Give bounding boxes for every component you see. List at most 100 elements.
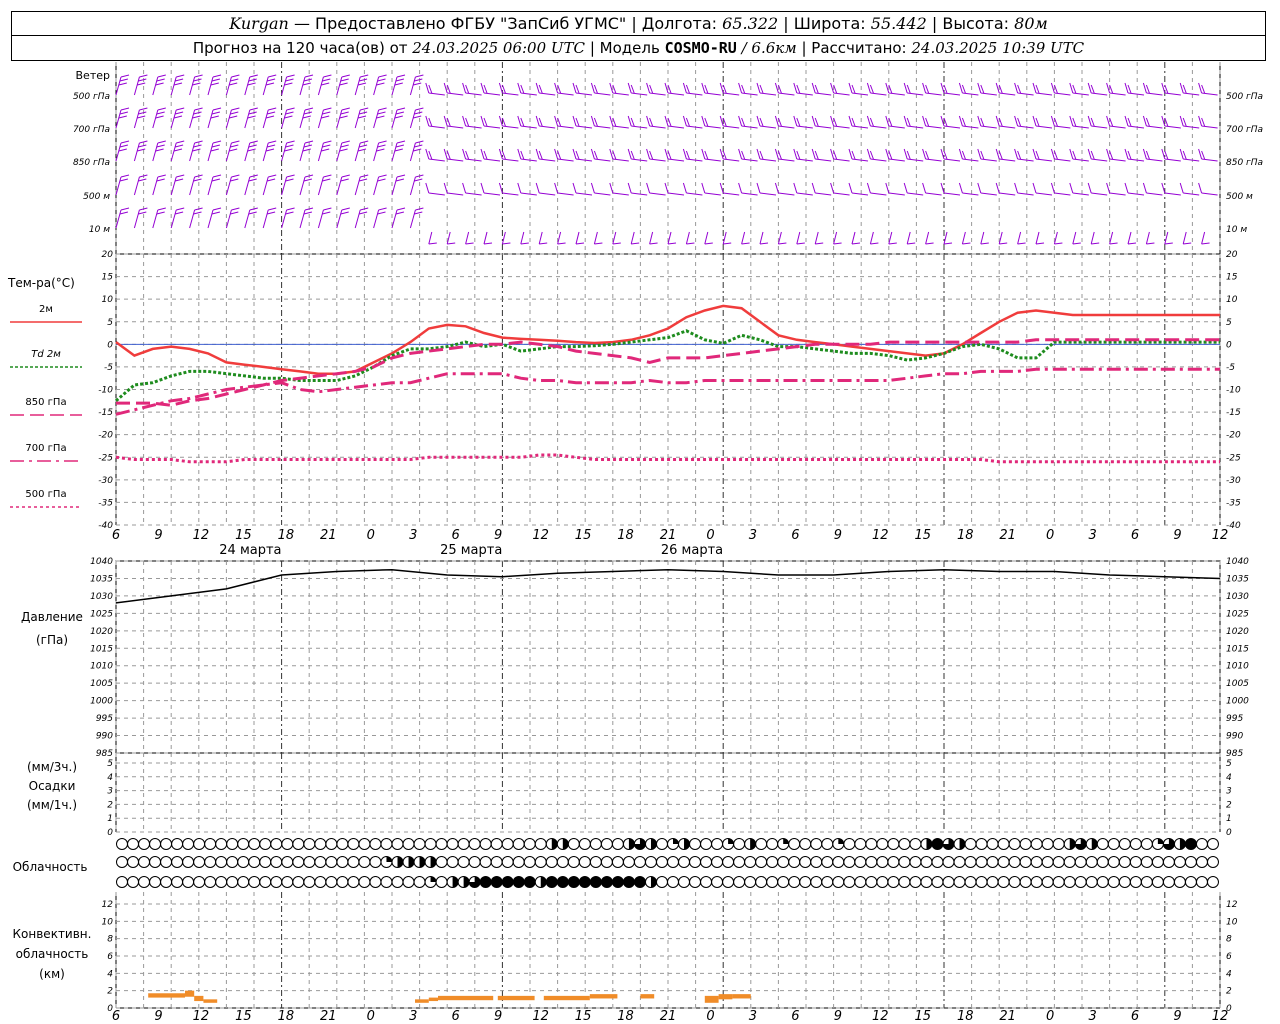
x-tick-label: 15	[575, 528, 592, 543]
cloud-symbol	[1052, 876, 1065, 888]
wind-barb-staff	[262, 209, 269, 229]
wind-barb-staff	[428, 158, 445, 162]
wind-barb-feather	[704, 117, 709, 127]
wind-barb-feather	[961, 84, 966, 94]
wind-barb	[1198, 182, 1218, 196]
cloud-symbol	[347, 876, 360, 888]
wind-barb-feather	[539, 242, 548, 245]
wind-barb	[627, 82, 648, 96]
cloud-symbol	[1085, 856, 1098, 868]
wind-barb	[336, 174, 350, 196]
cloud-symbol	[1118, 856, 1131, 868]
cloud-symbol	[149, 856, 162, 868]
wind-barb-feather	[1017, 150, 1022, 160]
conv-ytick-left: 6	[107, 952, 113, 962]
wind-barb-staff	[631, 192, 648, 196]
wind-barb-staff	[1017, 192, 1034, 196]
conv-ytick-right: 12	[1226, 900, 1238, 910]
cloud-symbol	[1030, 856, 1043, 868]
wind-barb-feather	[395, 178, 405, 182]
x-tick-label: 0	[1046, 528, 1054, 543]
wind-barb-feather	[1124, 148, 1129, 160]
pressure-ytick-left: 1020	[90, 627, 113, 637]
wind-barb-staff	[1164, 92, 1181, 96]
wind-barb-feather	[413, 82, 422, 86]
temp-ytick-right: -30	[1226, 476, 1241, 486]
wind-barb-staff	[815, 92, 832, 96]
wind-barb-feather	[590, 82, 595, 94]
cloud-symbol	[127, 838, 140, 850]
wind-barb-staff	[336, 76, 343, 96]
wind-barb-staff	[262, 142, 269, 162]
wind-barb-staff	[925, 192, 942, 196]
cloud-symbol-fill	[562, 838, 569, 850]
x-tick-label: 18	[617, 528, 634, 543]
wind-barb-staff	[869, 231, 874, 245]
wind-barb-staff	[888, 92, 905, 96]
cloud-symbol	[777, 856, 790, 868]
cloud-symbol-fill	[397, 856, 403, 868]
wind-barb	[336, 140, 350, 162]
wind-barb-feather	[394, 148, 403, 152]
wind-barb-feather	[414, 78, 423, 82]
wind-barb-feather	[248, 78, 257, 82]
wind-barb	[480, 182, 501, 196]
wind-level-label: 700 гПа	[73, 125, 110, 135]
temp-ytick-left: 5	[107, 318, 113, 328]
wind-barb-feather	[704, 242, 713, 245]
wind-barb-staff	[1035, 125, 1053, 129]
wind-barb-feather	[341, 74, 350, 78]
wind-barb-staff	[447, 192, 464, 196]
wind-barb	[354, 207, 369, 229]
wind-barb-feather	[1109, 150, 1114, 160]
wind-barb	[1032, 115, 1053, 129]
wind-barb-feather	[157, 140, 166, 144]
wind-barb	[793, 182, 813, 196]
cloud-symbol	[127, 876, 140, 888]
wind-barb	[1087, 182, 1108, 196]
cloud-symbol	[744, 856, 757, 868]
cloud-symbol-fill	[491, 876, 503, 888]
wind-barb-feather	[340, 111, 349, 115]
wind-barb-feather	[157, 174, 166, 178]
wind-barb-feather	[248, 111, 257, 115]
cloud-symbol	[975, 876, 988, 888]
temp-ytick-right: -35	[1226, 498, 1241, 508]
cloud-symbol	[259, 856, 272, 868]
wind-barb-feather	[194, 107, 203, 111]
wind-barb-feather	[286, 207, 295, 211]
cloud-symbol-fill	[931, 838, 943, 850]
cloud-symbol	[446, 856, 459, 868]
x-tick-label: 21	[320, 528, 337, 543]
wind-barb-feather	[741, 242, 750, 245]
wind-barb-feather	[682, 182, 687, 194]
wind-barb-staff	[980, 125, 997, 129]
cloud-symbol	[116, 856, 128, 868]
wind-barb	[627, 148, 648, 162]
wind-barb-staff	[907, 125, 924, 129]
wind-barb-feather	[1087, 82, 1092, 94]
wind-barb	[244, 74, 258, 96]
cloud-symbol	[997, 876, 1010, 888]
wind-barb	[1124, 182, 1145, 196]
wind-barb	[115, 107, 130, 129]
wind-barb-staff	[262, 76, 269, 96]
wind-barb-feather	[396, 107, 406, 111]
wind-barb-feather	[796, 117, 801, 127]
wind-barb-feather	[465, 150, 470, 160]
wind-barb-feather	[848, 115, 853, 127]
wind-barb	[1014, 115, 1034, 129]
wind-barb-feather	[376, 148, 385, 152]
wind-barb	[207, 107, 222, 129]
wind-barb-staff	[1091, 192, 1108, 196]
wind-barb	[189, 107, 203, 129]
cloud-symbol	[589, 838, 602, 850]
wind-barb-feather	[870, 242, 879, 245]
wind-barb-feather	[193, 178, 202, 182]
wind-barb	[207, 140, 222, 162]
wind-barb-feather	[1014, 82, 1019, 94]
wind-barb	[244, 107, 258, 129]
conv-cloud-bar	[438, 995, 494, 1001]
cloud-symbol-fill	[673, 838, 679, 844]
cloud-symbol	[369, 876, 382, 888]
